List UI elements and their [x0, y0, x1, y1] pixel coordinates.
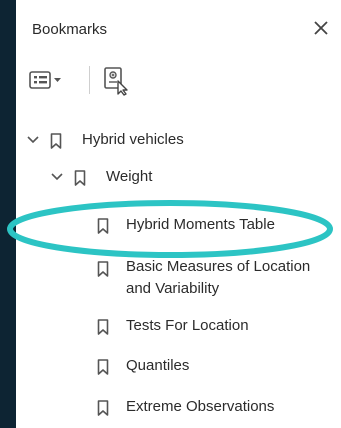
bookmark-icon — [50, 133, 62, 149]
bookmark-label: Weight — [106, 168, 153, 185]
panel-title: Bookmarks — [32, 21, 108, 38]
toolbar-separator — [89, 66, 90, 94]
bookmark-item-weight[interactable]: Weight — [16, 162, 341, 192]
bookmark-item-extreme-observations[interactable]: Extreme Observations — [16, 392, 341, 422]
bookmarks-panel: Bookmarks Hybrid vehicles Weight Hybrid … — [16, 0, 341, 428]
bookmark-icon — [97, 400, 109, 416]
bookmark-label: Hybrid vehicles — [82, 131, 184, 148]
bookmark-icon — [97, 218, 109, 234]
bookmark-icon — [74, 170, 86, 186]
bookmark-item-hybrid-moments-table[interactable]: Hybrid Moments Table — [16, 210, 341, 240]
bookmark-label: Tests For Location — [126, 317, 249, 334]
options-list-icon[interactable] — [28, 65, 64, 95]
bookmark-item-basic-measures[interactable]: Basic Measures of Location and Variabili… — [16, 253, 341, 303]
bookmark-label: Extreme Observations — [126, 398, 275, 415]
panel-header: Bookmarks — [16, 0, 341, 60]
bookmark-item-quantiles[interactable]: Quantiles — [16, 351, 341, 381]
bookmark-label: Basic Measures of Location and Variabili… — [126, 258, 311, 297]
bookmark-icon — [97, 261, 109, 277]
bookmark-item-tests-for-location[interactable]: Tests For Location — [16, 311, 341, 341]
close-icon[interactable] — [311, 18, 331, 38]
bookmark-label: Hybrid Moments Table — [126, 216, 275, 233]
bookmark-item-hybrid-vehicles[interactable]: Hybrid vehicles — [16, 125, 341, 155]
new-bookmark-icon[interactable] — [101, 64, 131, 96]
chevron-down-icon[interactable] — [26, 125, 40, 155]
chevron-down-icon[interactable] — [50, 162, 64, 192]
bookmark-icon — [97, 359, 109, 375]
bookmark-icon — [97, 319, 109, 335]
bookmarks-toolbar — [16, 60, 341, 102]
bookmark-label: Quantiles — [126, 357, 190, 374]
